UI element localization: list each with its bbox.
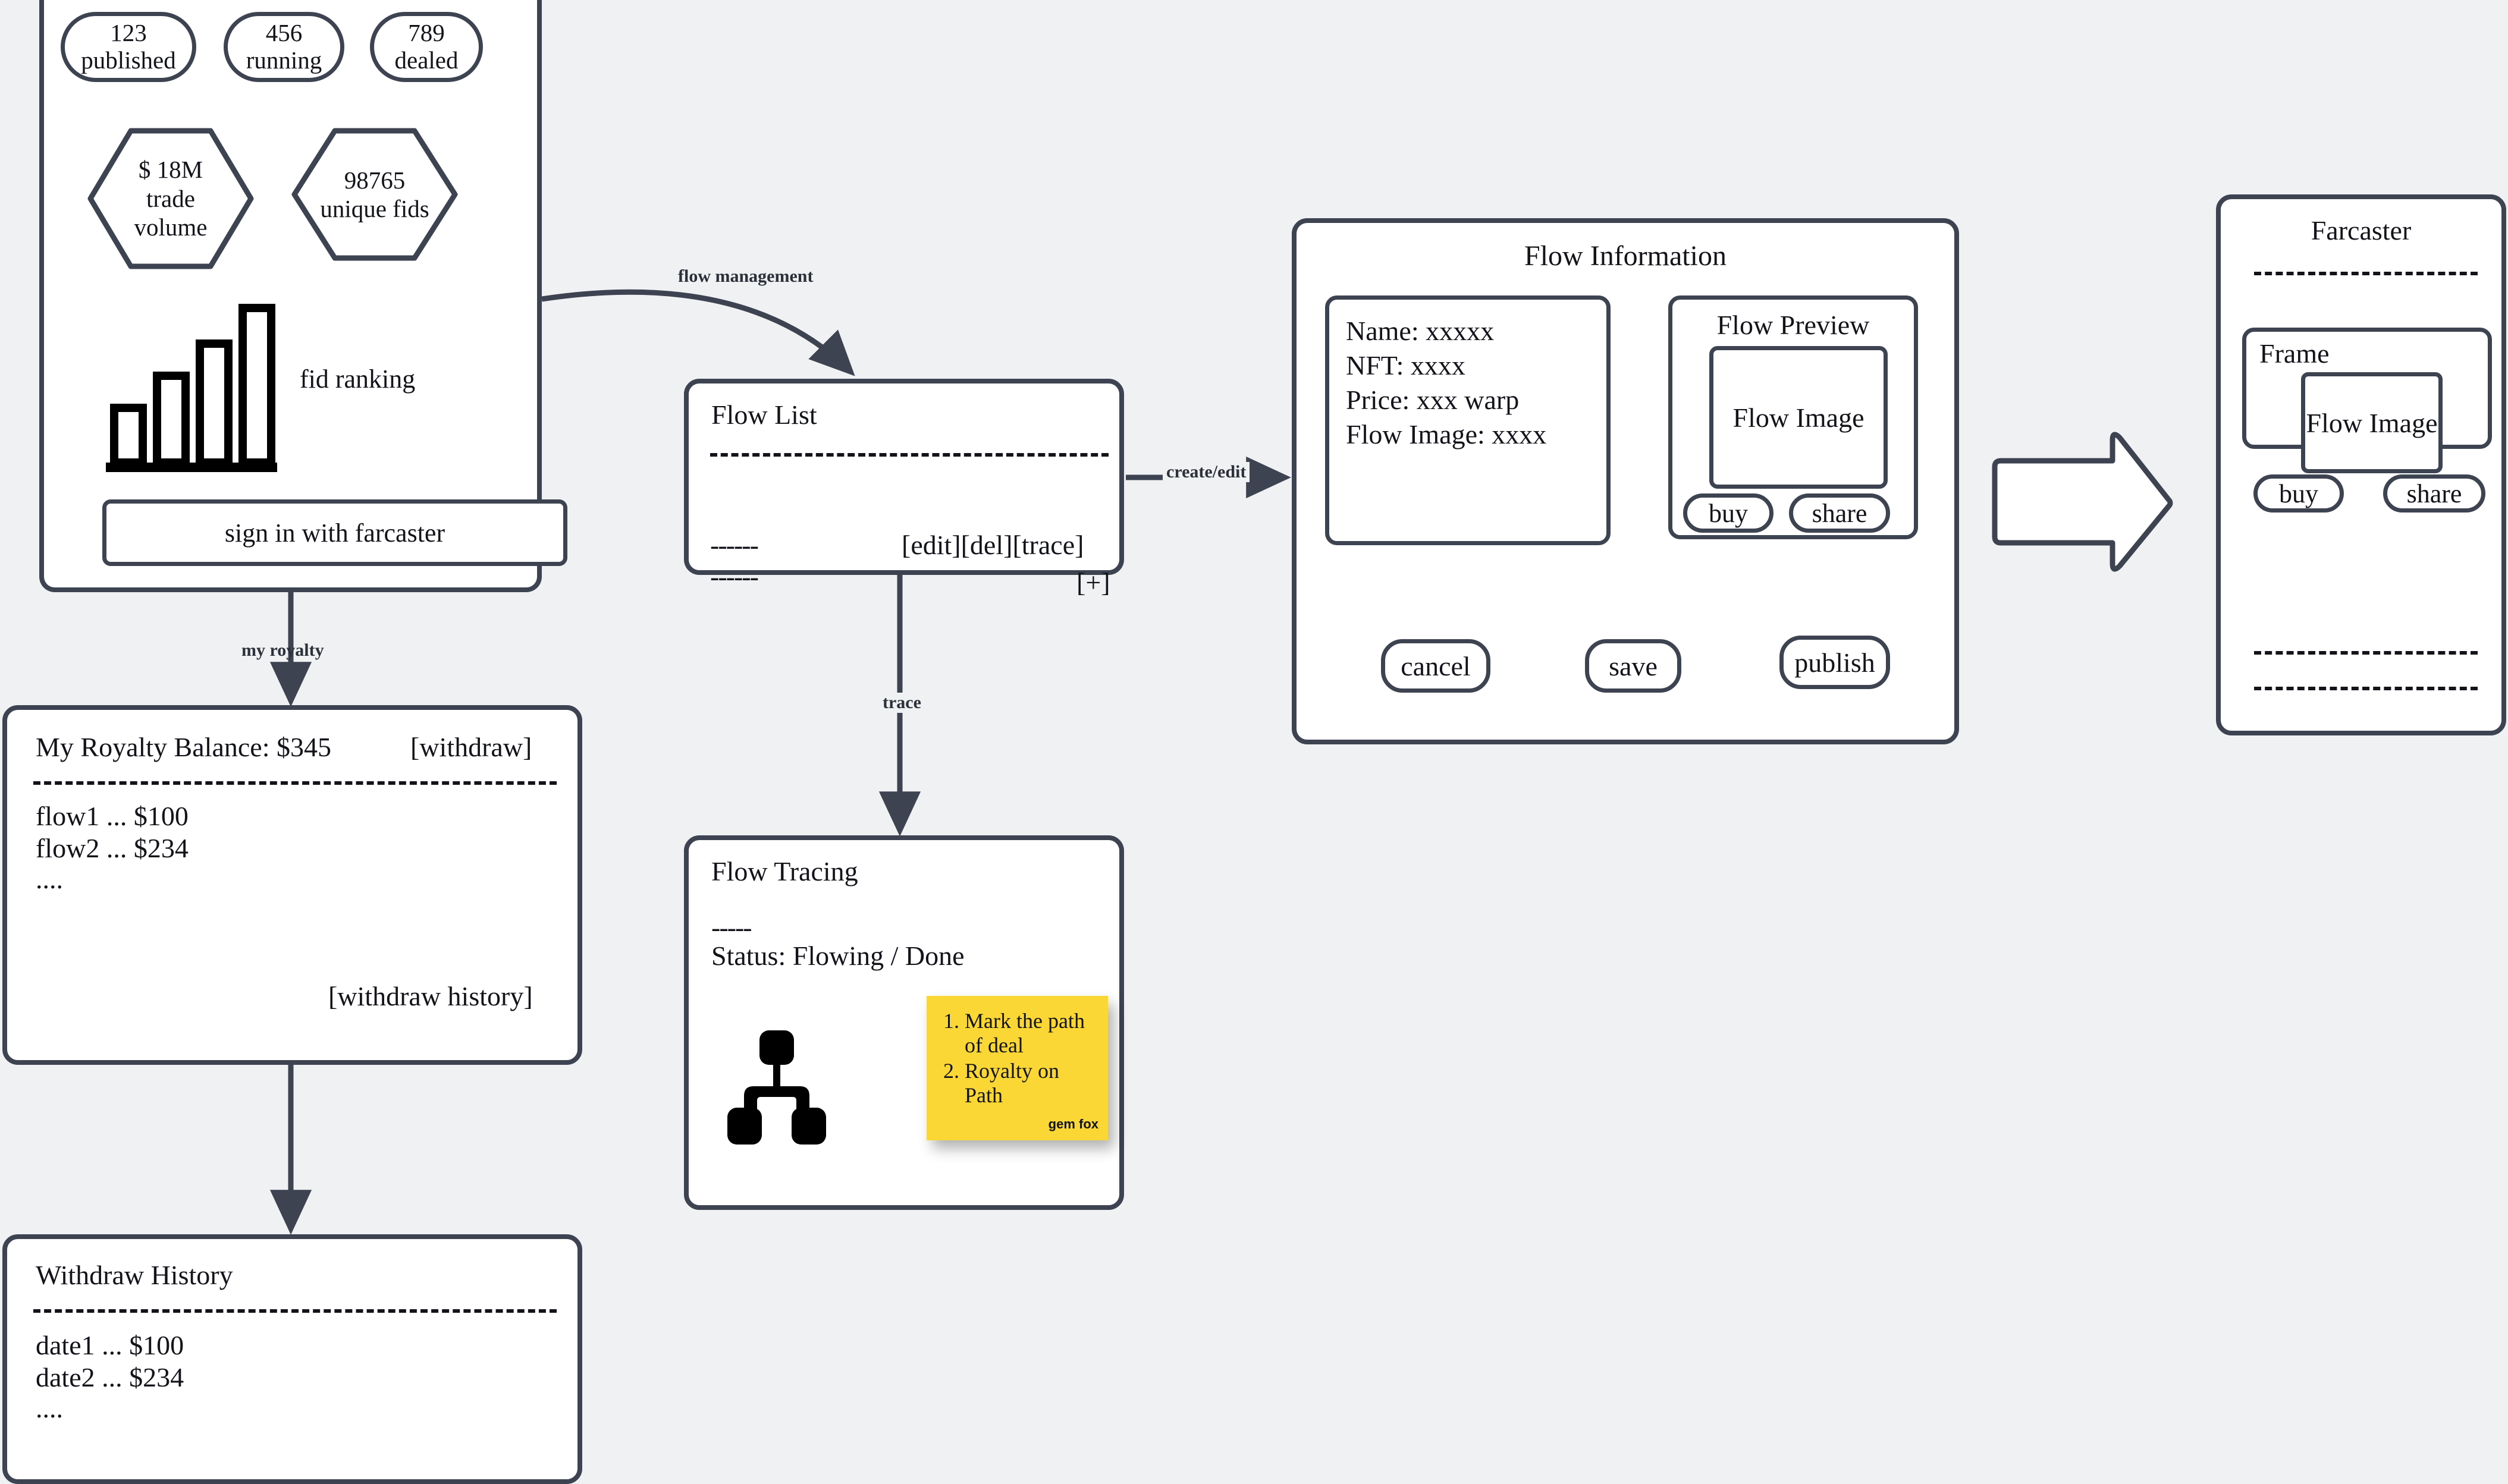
dashboard-panel: 123 published 456 running 789 dealed $ 1… bbox=[39, 0, 567, 592]
frame-image-placeholder: Flow Image bbox=[2301, 372, 2443, 473]
hex-label: 98765 unique fids bbox=[320, 166, 429, 222]
cancel-button[interactable]: cancel bbox=[1381, 639, 1490, 693]
flow-list-panel: Flow List ------ ------ [edit][del][trac… bbox=[684, 379, 1124, 598]
royalty-balance-heading: My Royalty Balance: $345 bbox=[36, 732, 331, 762]
field-flow-image: Flow Image: xxxx bbox=[1346, 419, 1547, 449]
divider bbox=[2254, 272, 2478, 275]
flow-image-placeholder: Flow Image bbox=[1709, 346, 1888, 489]
flow-image-label: Flow Image bbox=[1732, 402, 1864, 433]
add-flow-button[interactable]: [+] bbox=[1076, 567, 1110, 598]
flow-list-title: Flow List bbox=[711, 400, 817, 430]
stat-pill-running: 456 running bbox=[224, 12, 344, 82]
frame-share-button[interactable]: share bbox=[2383, 474, 2485, 513]
flow-information-panel: Flow Information Name: xxxxx NFT: xxxx P… bbox=[1292, 218, 1959, 744]
hex-trade-volume: $ 18M trade volume bbox=[87, 127, 255, 270]
preview-buy-button[interactable]: buy bbox=[1683, 493, 1774, 533]
farcaster-title: Farcaster bbox=[2311, 215, 2412, 246]
my-royalty-balance-panel: My Royalty Balance: $345 [withdraw] flow… bbox=[2, 705, 582, 1065]
flow-row-actions[interactable]: [edit][del][trace] bbox=[902, 529, 1084, 561]
history-row: .... bbox=[36, 1393, 63, 1423]
edge-label-my-royalty: my royalty bbox=[241, 640, 324, 660]
frame-buy-button[interactable]: buy bbox=[2253, 474, 2344, 513]
withdraw-history-panel: Withdraw History date1 ... $100 date2 ..… bbox=[2, 1234, 582, 1484]
note-signature: gem fox bbox=[1048, 1117, 1098, 1131]
frame-box: Frame Flow Image buy share bbox=[2242, 328, 2492, 513]
divider-dashes: ----- bbox=[711, 912, 752, 942]
hex-unique-fids: 98765 unique fids bbox=[291, 127, 459, 262]
stat-pill-dealed: 789 dealed bbox=[370, 12, 483, 82]
flow-list-item[interactable]: ------ bbox=[710, 561, 759, 592]
stat-value: 789 bbox=[408, 19, 445, 47]
fid-ranking-label: fid ranking bbox=[300, 364, 416, 394]
stat-label: running bbox=[246, 46, 322, 74]
royalty-row: .... bbox=[36, 864, 63, 894]
flow-preview-box: Flow Preview Flow Image buy share bbox=[1668, 295, 1918, 539]
divider bbox=[710, 453, 1109, 457]
flow-fields-box: Name: xxxxx NFT: xxxx Price: xxx warp Fl… bbox=[1325, 295, 1611, 545]
divider bbox=[2254, 651, 2478, 655]
bar-chart-icon bbox=[101, 291, 280, 482]
royalty-row: flow2 ... $234 bbox=[36, 833, 189, 863]
field-price: Price: xxx warp bbox=[1346, 385, 1520, 415]
status-text: Status: Flowing / Done bbox=[711, 941, 965, 971]
history-row: date1 ... $100 bbox=[36, 1330, 184, 1360]
flow-information-title: Flow Information bbox=[1524, 240, 1727, 272]
royalty-row: flow1 ... $100 bbox=[36, 801, 189, 831]
sticky-note: Mark the path of deal Royalty on Path ge… bbox=[927, 996, 1108, 1140]
divider bbox=[33, 781, 557, 785]
withdraw-button[interactable]: [withdraw] bbox=[410, 731, 532, 763]
edge-label-trace: trace bbox=[879, 693, 925, 713]
publish-button[interactable]: publish bbox=[1779, 636, 1890, 689]
divider bbox=[33, 1309, 557, 1313]
sign-in-with-farcaster-button[interactable]: sign in with farcaster bbox=[102, 499, 567, 566]
org-chart-icon bbox=[717, 1026, 836, 1145]
edge-label-flow-management: flow management bbox=[678, 266, 814, 286]
frame-label: Frame bbox=[2259, 338, 2330, 369]
edge-label-create-edit: create/edit bbox=[1163, 462, 1250, 482]
field-nft: NFT: xxxx bbox=[1346, 350, 1465, 381]
withdraw-history-link[interactable]: [withdraw history] bbox=[328, 980, 533, 1012]
field-name: Name: xxxxx bbox=[1346, 316, 1495, 346]
flow-tracing-title: Flow Tracing bbox=[711, 856, 858, 886]
frame-image-label: Flow Image bbox=[2306, 407, 2438, 438]
divider bbox=[2254, 687, 2478, 690]
note-item: Royalty on Path bbox=[965, 1059, 1097, 1108]
flow-tracing-panel: Flow Tracing ----- Status: Flowing / Don… bbox=[684, 835, 1124, 1210]
stat-value: 123 bbox=[110, 19, 147, 47]
stat-pill-published: 123 published bbox=[61, 12, 196, 82]
note-item: Mark the path of deal bbox=[965, 1009, 1097, 1058]
block-arrow-icon bbox=[1992, 432, 2173, 572]
stat-value: 456 bbox=[265, 19, 303, 47]
stat-label: dealed bbox=[394, 46, 459, 74]
save-button[interactable]: save bbox=[1585, 639, 1681, 693]
diagram-canvas: flow management my royalty create/edit t… bbox=[0, 0, 2508, 1484]
history-row: date2 ... $234 bbox=[36, 1362, 184, 1392]
flow-preview-title: Flow Preview bbox=[1716, 310, 1870, 340]
hex-label: $ 18M trade volume bbox=[134, 156, 208, 241]
withdraw-history-title: Withdraw History bbox=[36, 1260, 233, 1290]
flow-list-item[interactable]: ------ bbox=[710, 529, 759, 561]
preview-share-button[interactable]: share bbox=[1789, 493, 1890, 533]
farcaster-panel: Farcaster Frame Flow Image buy share bbox=[2216, 194, 2506, 735]
stat-label: published bbox=[81, 46, 176, 74]
